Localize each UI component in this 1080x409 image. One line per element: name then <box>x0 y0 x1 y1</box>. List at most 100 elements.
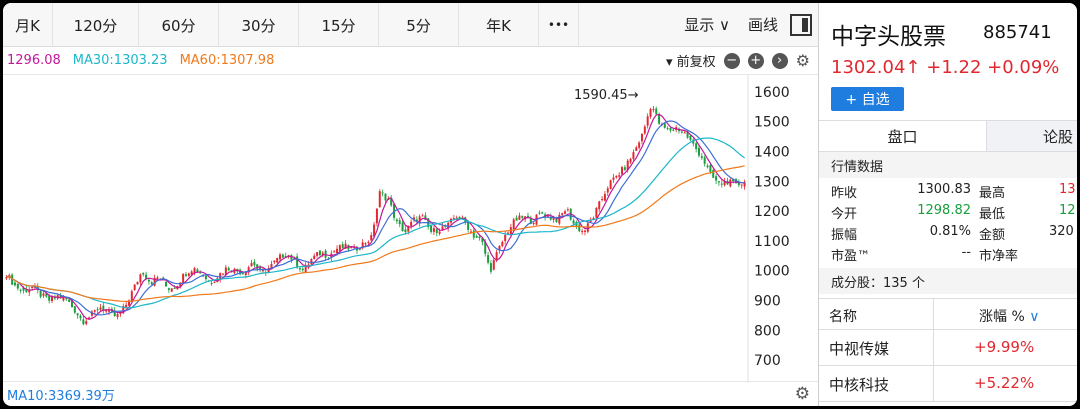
column-name-header[interactable]: 名称 <box>829 306 857 326</box>
stock-code: 885741 <box>983 22 1052 43</box>
candle-body <box>504 234 507 242</box>
column-divider <box>933 330 934 365</box>
quote-value: 0.81% <box>929 224 971 239</box>
period-60min-button[interactable]: 60分 <box>139 3 219 47</box>
period-120min-button[interactable]: 120分 <box>53 3 139 47</box>
list-item[interactable]: 中核科技 +5.22% <box>819 366 1077 402</box>
candle-body <box>261 270 264 272</box>
candle-body <box>649 109 652 117</box>
candle-body <box>697 147 700 156</box>
candle-body <box>68 299 71 303</box>
candle-body <box>273 260 276 263</box>
candle-body <box>167 288 170 290</box>
candle-body <box>93 310 96 312</box>
column-change-header[interactable]: 涨幅 % ∨ <box>979 306 1039 326</box>
display-label: 显示 <box>684 16 715 34</box>
quote-label: 今开 <box>831 207 858 222</box>
candle-body <box>515 217 518 221</box>
chevron-down-icon: ∨ <box>1024 309 1040 325</box>
chevron-down-icon: ∨ <box>719 16 730 34</box>
gear-icon[interactable]: ⚙ <box>795 384 810 404</box>
candle-body <box>116 314 119 317</box>
candle-body <box>136 281 139 285</box>
draw-line-button[interactable]: 画线 <box>742 14 784 35</box>
y-tick-label: 900 <box>754 294 781 310</box>
candle-body <box>507 232 510 234</box>
display-menu[interactable]: 显示 ∨ <box>678 14 736 35</box>
candle-body <box>478 236 481 238</box>
component-change: +5.22% <box>974 374 1035 392</box>
tab-order-book[interactable]: 盘口 <box>819 121 987 151</box>
quote-label: 昨收 <box>831 186 858 201</box>
candle-body <box>715 176 718 181</box>
candle-body <box>618 175 621 177</box>
candle-body <box>658 114 661 124</box>
add-watchlist-button[interactable]: + 自选 <box>831 87 904 111</box>
volume-ma10-label: MA10:3369.39万 <box>7 388 115 404</box>
candle-body <box>313 255 316 260</box>
candle-body <box>48 295 51 301</box>
candle-body <box>147 279 150 282</box>
candle-body <box>301 268 304 271</box>
quote-row: 昨收 1300.83 最高 13 <box>819 181 1077 201</box>
candle-body <box>652 109 655 111</box>
quote-value: 1300.83 <box>917 182 971 197</box>
candle-body <box>489 263 492 272</box>
candle-body <box>53 297 56 299</box>
candle-body <box>581 230 584 232</box>
candle-body <box>139 274 142 283</box>
candle-body <box>501 241 504 247</box>
period-5min-button[interactable]: 5分 <box>379 3 459 47</box>
component-name: 中核科技 <box>829 376 890 394</box>
candle-body <box>615 175 618 178</box>
list-item[interactable]: 中视传媒 +9.99% <box>819 330 1077 366</box>
candle-body <box>184 274 187 276</box>
period-15min-button[interactable]: 15分 <box>299 3 379 47</box>
quote-row: 振幅 0.81% 金额 320 <box>819 223 1077 243</box>
candle-body <box>655 108 658 114</box>
period-year-button[interactable]: 年K <box>459 3 539 47</box>
candle-body <box>492 260 495 270</box>
quote-row: 今开 1298.82 最低 12 <box>819 202 1077 222</box>
kline-chart[interactable]: 1600 1500 1400 1300 1200 1100 1000 900 800 700 159… <box>3 75 818 383</box>
candle-body <box>475 236 478 238</box>
quote-value: -- <box>961 245 971 260</box>
candle-body <box>663 123 666 128</box>
side-panel-toggle-icon[interactable] <box>790 13 812 36</box>
candle-body <box>222 273 225 275</box>
quote-label: 最高 <box>979 186 1006 201</box>
candle-body <box>666 128 669 130</box>
candle-body <box>720 183 723 185</box>
zoom-out-icon[interactable]: − <box>723 52 740 69</box>
candle-body <box>384 193 387 201</box>
adjust-dropdown[interactable]: ▾ 前复权 <box>666 51 716 70</box>
candle-body <box>512 219 515 230</box>
candle-body <box>250 263 253 267</box>
candle-body <box>358 249 361 251</box>
gear-icon[interactable]: ⚙ <box>796 51 810 70</box>
y-tick-label: 1100 <box>754 234 790 250</box>
ma-legend-bar: 1296.08 MA30:1303.23 MA60:1307.98 ▾ 前复权 … <box>3 47 818 75</box>
scroll-right-icon[interactable]: › <box>771 52 788 69</box>
candle-body <box>173 287 176 289</box>
y-tick-label: 1500 <box>754 115 790 131</box>
more-periods-button[interactable]: ••• <box>539 3 579 47</box>
y-tick-label: 1000 <box>754 264 790 280</box>
zoom-in-icon[interactable]: + <box>747 52 764 69</box>
quote-label: 最低 <box>979 207 1006 222</box>
candle-body <box>375 208 378 224</box>
candle-body <box>142 272 145 275</box>
period-month-button[interactable]: 月K <box>3 3 53 47</box>
period-30min-button[interactable]: 30分 <box>219 3 299 47</box>
candle-body <box>635 147 638 151</box>
candle-body <box>210 283 213 285</box>
tab-discussion[interactable]: 论股 <box>987 121 1077 151</box>
candle-body <box>398 220 401 225</box>
candle-body <box>281 254 284 258</box>
candle-body <box>401 222 404 232</box>
y-tick-label: 800 <box>754 323 781 339</box>
candle-body <box>13 282 16 286</box>
candle-body <box>170 288 173 292</box>
components-list-header: 名称 涨幅 % ∨ <box>819 298 1077 330</box>
candle-body <box>435 229 438 233</box>
